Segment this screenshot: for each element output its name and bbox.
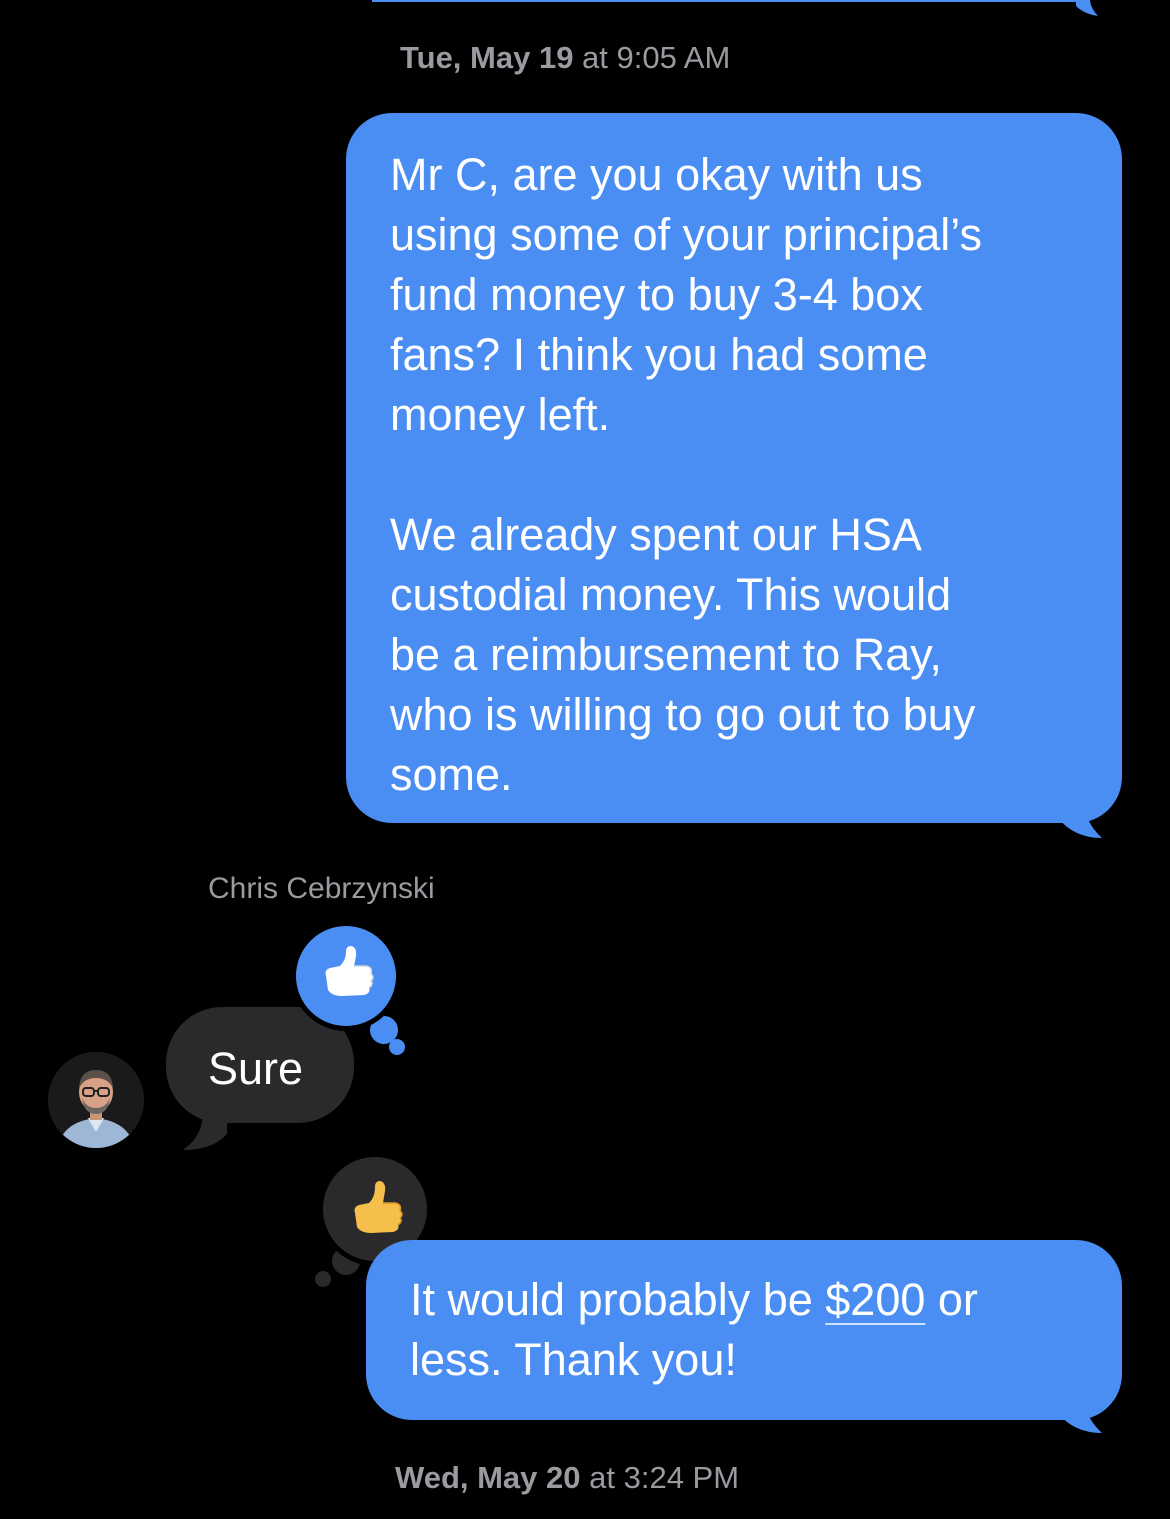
bubble-tail (1058, 790, 1102, 838)
message-text: less. Thank you! (410, 1334, 737, 1385)
message-text: Sure (208, 1043, 304, 1094)
bubble-tail (1058, 1385, 1102, 1433)
message-line: be a reimbursement to Ray, (390, 629, 942, 680)
tapback-badge[interactable] (291, 921, 401, 1031)
message-line: some. (390, 749, 513, 800)
message-line: fans? I think you had some (390, 329, 928, 380)
message-paragraph: Mr C, are you okay with us using some of… (390, 145, 1082, 445)
timestamp: Wed, May 20 at 3:24 PM (395, 1460, 740, 1495)
sender-name: Chris Cebrzynski (208, 872, 435, 905)
message-line: Mr C, are you okay with us (390, 149, 923, 200)
outgoing-message-bubble[interactable]: It would probably be $200 or less. Thank… (366, 1240, 1122, 1420)
tapback-bubble-dot (315, 1271, 331, 1287)
message-line: using some of your principal’s (390, 209, 982, 260)
thumbs-up-icon (325, 946, 374, 996)
message-line: who is willing to go out to buy (390, 689, 976, 740)
previous-bubble-tail (1076, 0, 1098, 16)
message-line: money left. (390, 389, 611, 440)
bubble-tail (183, 1112, 227, 1150)
detected-amount-link[interactable]: $200 (825, 1274, 925, 1325)
person-avatar-icon (48, 1052, 144, 1148)
tapback-bubble-dot (389, 1039, 405, 1055)
outgoing-message-bubble[interactable]: Mr C, are you okay with us using some of… (346, 113, 1122, 823)
avatar[interactable] (48, 1052, 144, 1148)
message-paragraph: We already spent our HSA custodial money… (390, 505, 1082, 805)
timestamp: Tue, May 19 at 9:05 AM (400, 40, 731, 75)
message-text: or (925, 1274, 978, 1325)
message-text: It would probably be (410, 1274, 826, 1325)
message-line: fund money to buy 3-4 box (390, 269, 923, 320)
previous-message-bubble[interactable] (372, 0, 1088, 2)
message-line: custodial money. This would (390, 569, 952, 620)
message-line: We already spent our HSA (390, 509, 922, 560)
